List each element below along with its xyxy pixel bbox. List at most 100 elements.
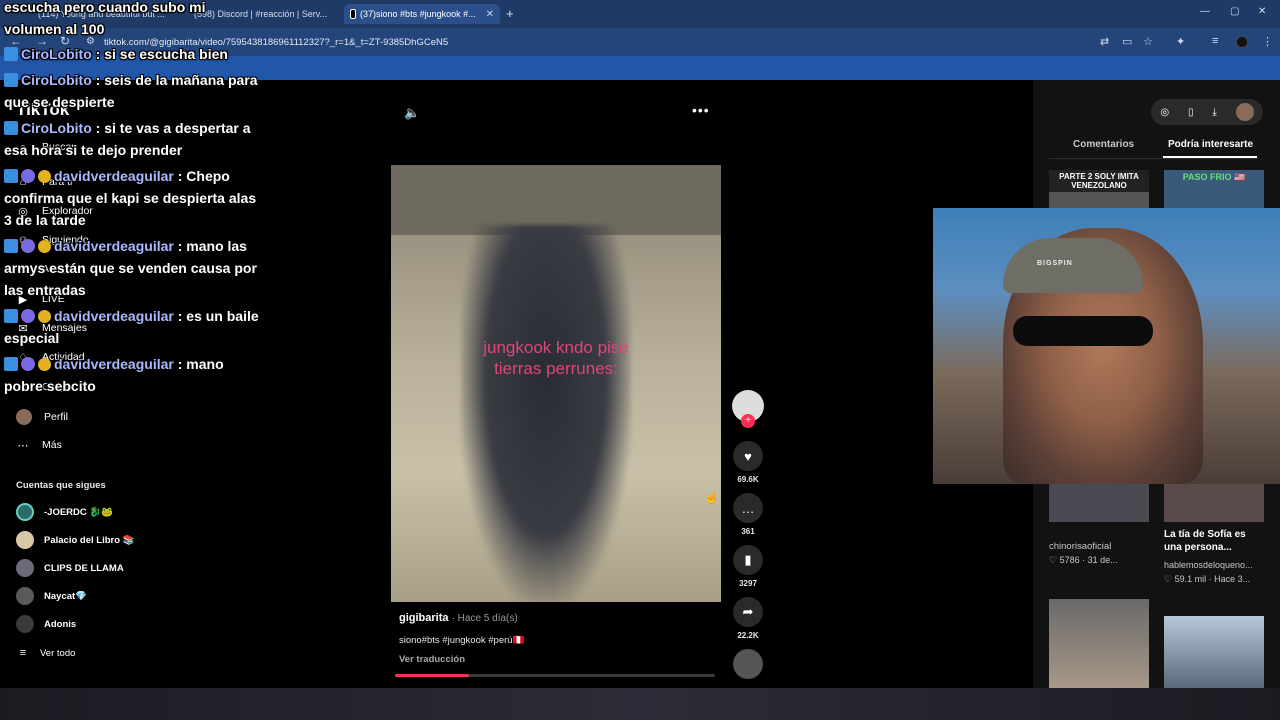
top-action-pill: ◎ ▯ ⤓: [1151, 99, 1263, 125]
avatar: [16, 503, 34, 521]
comment-count: 361: [741, 527, 755, 536]
video-thumbnail[interactable]: [1049, 599, 1149, 688]
chat-message: escucha pero cuando subo mi volumen al 1…: [4, 0, 260, 40]
see-all-link[interactable]: ≡ Ver todo: [16, 646, 76, 660]
menu-dots-icon[interactable]: ⋮: [1262, 35, 1273, 48]
tab-comments[interactable]: Comentarios: [1073, 139, 1134, 150]
following-account[interactable]: Palacio del Libro 📚: [16, 531, 135, 549]
video-author[interactable]: gigibarita · Hace 5 día(s): [399, 612, 518, 624]
video-thumbnail[interactable]: [1164, 616, 1264, 688]
media-control-icon[interactable]: ≡: [1212, 35, 1218, 47]
cast-icon[interactable]: ▭: [1122, 35, 1132, 48]
account-name: Adonis: [44, 618, 77, 630]
badge-icon: [4, 357, 18, 371]
share-icon[interactable]: ➦: [733, 597, 763, 627]
heart-icon[interactable]: ♥: [733, 441, 763, 471]
mouse-cursor-icon: ☝: [704, 490, 719, 504]
item-title[interactable]: La tía de Sofía es una persona...: [1164, 528, 1259, 554]
comment-icon[interactable]: …: [733, 493, 763, 523]
tab-label: (37)siono #bts #jungkook #...: [360, 9, 476, 19]
see-all-label: Ver todo: [40, 647, 76, 659]
close-icon[interactable]: ✕: [337, 9, 338, 20]
tab-divider: [1049, 158, 1259, 159]
chat-message: davidverdeaguilar : es un baile especial: [4, 308, 259, 346]
chat-message: CiroLobito : si se escucha bien: [4, 43, 260, 65]
volume-icon[interactable]: 🔈: [404, 105, 420, 121]
chat-user: CiroLobito: [21, 72, 92, 88]
maximize-icon[interactable]: ▢: [1230, 6, 1239, 17]
nav-label: Perfil: [44, 411, 68, 423]
video-thumbnail[interactable]: [1164, 484, 1264, 522]
following-account[interactable]: Adonis: [16, 615, 76, 633]
chat-user: davidverdeaguilar: [54, 308, 174, 324]
phone-icon[interactable]: ▯: [1188, 107, 1194, 118]
like-count: 69.6K: [737, 475, 759, 484]
nav-profile[interactable]: Perfil: [16, 409, 68, 425]
tiktok-icon: [350, 9, 357, 19]
like-action[interactable]: ♥ 69.6K: [733, 441, 763, 484]
video-thumbnail[interactable]: PARTE 2 SOLY IMITA VENEZOLANO: [1049, 170, 1149, 210]
taskbar-strip: [0, 688, 1280, 720]
badge-icon: [21, 309, 35, 323]
cap-logo: BIGSPIN: [1037, 260, 1073, 267]
chat-text: escucha pero cuando subo mi volumen al 1…: [4, 0, 206, 37]
compass-icon[interactable]: ◎: [1160, 107, 1169, 118]
video-overlay-text: jungkook kndo pise tierras perrunes:: [391, 337, 721, 379]
video-progress-bar[interactable]: [395, 674, 715, 677]
chat-message: davidverdeaguilar : mano pobre sebcito: [4, 356, 224, 394]
window-close-icon[interactable]: ✕: [1258, 6, 1266, 17]
see-translation-link[interactable]: Ver traducción: [399, 654, 465, 665]
bookmark-star-icon[interactable]: ☆: [1143, 35, 1153, 48]
badge-icon: [4, 73, 18, 87]
browser-tab-tiktok[interactable]: (37)siono #bts #jungkook #... ✕: [344, 4, 500, 24]
video-thumbnail[interactable]: PASO FRIO 🇺🇸: [1164, 170, 1264, 210]
post-age: · Hace 5 día(s): [451, 613, 518, 624]
translate-icon[interactable]: ⇄: [1100, 35, 1109, 48]
new-tab-button[interactable]: +: [506, 6, 514, 21]
profile-icon: [16, 409, 32, 425]
item-stats: ♡ 59.1 mil · Hace 3...: [1164, 574, 1251, 584]
badge-icon: [4, 121, 18, 135]
following-account[interactable]: -JOERDC 🐉🐸: [16, 503, 113, 521]
badge-icon: [4, 169, 18, 183]
account-name: Naycat💎: [44, 590, 87, 602]
close-icon[interactable]: ✕: [486, 9, 494, 20]
badge-icon: [38, 240, 51, 253]
account-name: Palacio del Libro 📚: [44, 534, 135, 546]
tab-might-interest[interactable]: Podría interesarte: [1168, 139, 1253, 150]
minimize-icon[interactable]: —: [1200, 6, 1210, 17]
badge-icon: [38, 310, 51, 323]
item-author[interactable]: chinorisaoficial: [1049, 541, 1111, 552]
profile-avatar[interactable]: [1236, 36, 1248, 48]
item-stats: ♡ 5786 · 31 de...: [1049, 555, 1118, 565]
comment-action[interactable]: … 361: [733, 493, 763, 536]
chat-message: davidverdeaguilar : Chepo confirma que e…: [4, 168, 257, 228]
music-disc-icon[interactable]: [733, 649, 763, 679]
more-icon: ⋯: [17, 439, 29, 452]
more-options-icon[interactable]: •••: [692, 102, 710, 118]
chat-user: davidverdeaguilar: [54, 238, 174, 254]
bookmark-action[interactable]: ▮ 3297: [733, 545, 763, 588]
thumbnail-label: PASO FRIO 🇺🇸: [1182, 172, 1246, 182]
overlay-line: tierras perrunes:: [494, 359, 618, 378]
video-player[interactable]: jungkook kndo pise tierras perrunes:: [391, 165, 721, 602]
user-avatar[interactable]: [1235, 103, 1254, 121]
video-thumbnail[interactable]: [1049, 484, 1149, 522]
extensions-icon[interactable]: ✦: [1176, 35, 1185, 48]
author-name[interactable]: gigibarita: [399, 612, 449, 624]
nav-more[interactable]: ⋯ Más: [16, 438, 62, 452]
bookmark-icon[interactable]: ▮: [733, 545, 763, 575]
following-account[interactable]: CLIPS DE LLAMA: [16, 559, 124, 577]
following-account[interactable]: Naycat💎: [16, 587, 87, 605]
chat-message: CiroLobito : seis de la mañana para que …: [4, 72, 258, 110]
sound-action[interactable]: [733, 649, 763, 679]
account-name: -JOERDC 🐉🐸: [44, 506, 114, 518]
item-author[interactable]: hablemosdeloqueno...: [1164, 560, 1253, 570]
badge-icon: [21, 169, 35, 183]
follow-plus-icon[interactable]: +: [741, 414, 755, 428]
badge-icon: [4, 239, 18, 253]
following-header: Cuentas que sigues: [16, 480, 106, 491]
share-action[interactable]: ➦ 22.2K: [733, 597, 763, 640]
download-icon[interactable]: ⤓: [1212, 107, 1216, 118]
cap-graphic: [1003, 238, 1143, 293]
